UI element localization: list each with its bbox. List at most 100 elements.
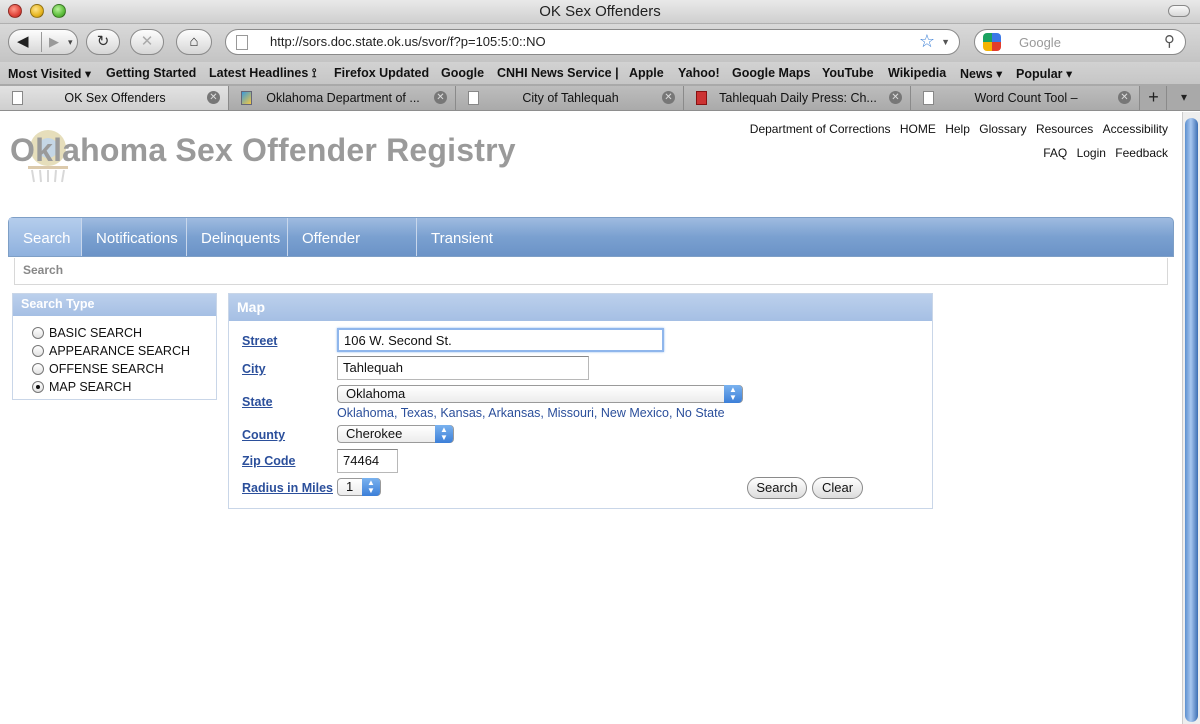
reload-button[interactable]: ↻ <box>86 29 120 55</box>
bookmarks-bar: Most Visited ▾ Getting Started Latest He… <box>0 62 1200 84</box>
city-input[interactable]: Tahlequah <box>337 356 589 380</box>
close-tab-icon[interactable]: ✕ <box>1118 91 1131 104</box>
tab-word-count-tool[interactable]: Word Count Tool – ✕ <box>911 86 1140 110</box>
bookmark-latest-headlines[interactable]: Latest Headlines ⟟ <box>209 66 316 81</box>
bookmark-firefox-updated[interactable]: Firefox Updated <box>334 66 429 80</box>
site-title: Oklahoma Sex Offender Registry <box>10 132 516 168</box>
stop-button[interactable]: ✕ <box>130 29 164 55</box>
bookmark-wikipedia[interactable]: Wikipedia <box>888 66 946 80</box>
toolbar-toggle-button[interactable] <box>1168 5 1190 17</box>
street-input[interactable]: 106 W. Second St. <box>337 328 664 352</box>
web-page: Oklahoma Sex Offender Registry Departmen… <box>0 112 1182 724</box>
nav-tab-delinquents[interactable]: Delinquents <box>187 218 288 256</box>
tab-tahlequah-daily-press[interactable]: Tahlequah Daily Press: Ch... ✕ <box>684 86 911 110</box>
home-icon: ⌂ <box>189 33 199 50</box>
tab-list-icon[interactable]: ▾ <box>1172 86 1196 110</box>
link-faq[interactable]: FAQ <box>1043 146 1067 160</box>
nav-tab-transient-offenders[interactable]: Transient Offenders <box>417 218 571 289</box>
search-engine-bar[interactable]: Google ⚲ <box>974 29 1186 55</box>
vertical-scrollbar[interactable] <box>1182 112 1200 724</box>
bookmark-star-icon[interactable]: ☆ <box>919 31 935 52</box>
bookmark-google[interactable]: Google <box>441 66 484 80</box>
nav-tab-offender-roster[interactable]: Offender Roster <box>288 218 417 289</box>
nav-tab-search[interactable]: Search <box>9 218 82 256</box>
link-department-of-corrections[interactable]: Department of Corrections <box>750 122 891 136</box>
county-selected-value: Cherokee <box>346 426 403 441</box>
county-select[interactable]: Cherokee ▲ ▼ <box>337 425 454 443</box>
url-dropdown-icon[interactable]: ▼ <box>941 37 950 47</box>
city-label[interactable]: City <box>242 362 266 376</box>
forward-icon[interactable]: ▶ <box>49 30 59 54</box>
bookmark-most-visited[interactable]: Most Visited ▾ <box>8 66 91 81</box>
state-link-texas[interactable]: Texas <box>401 406 434 420</box>
tab-city-of-tahlequah[interactable]: City of Tahlequah ✕ <box>456 86 684 110</box>
state-link-new-mexico[interactable]: New Mexico <box>601 406 669 420</box>
close-tab-icon[interactable]: ✕ <box>434 91 447 104</box>
bookmark-getting-started[interactable]: Getting Started <box>106 66 196 80</box>
window-title: OK Sex Offenders <box>539 3 661 20</box>
page-icon <box>236 35 248 50</box>
favicon-icon <box>696 91 707 105</box>
radio-label[interactable]: APPEARANCE SEARCH <box>49 344 190 358</box>
bookmark-google-maps[interactable]: Google Maps <box>732 66 810 80</box>
close-tab-icon[interactable]: ✕ <box>207 91 220 104</box>
new-tab-button[interactable]: + <box>1141 86 1167 110</box>
top-links: Department of Corrections HOME Help Glos… <box>744 122 1168 160</box>
radio-button[interactable] <box>32 327 44 339</box>
state-select[interactable]: Oklahoma ▲ ▼ <box>337 385 743 403</box>
bookmark-youtube[interactable]: YouTube <box>822 66 874 80</box>
radio-label[interactable]: MAP SEARCH <box>49 380 131 394</box>
state-selected-value: Oklahoma <box>346 386 406 401</box>
state-link-kansas[interactable]: Kansas <box>440 406 482 420</box>
radius-select[interactable]: 1 ▲ ▼ <box>337 478 381 496</box>
state-link-oklahoma[interactable]: Oklahoma <box>337 406 394 420</box>
radio-button[interactable] <box>32 363 44 375</box>
zip-code-input[interactable]: 74464 <box>337 449 398 473</box>
bookmark-popular[interactable]: Popular ▾ <box>1016 66 1072 81</box>
close-tab-icon[interactable]: ✕ <box>889 91 902 104</box>
history-dropdown-icon[interactable]: ▾ <box>68 37 73 48</box>
google-icon[interactable] <box>983 33 1001 51</box>
state-link-arkansas[interactable]: Arkansas <box>488 406 540 420</box>
bookmark-apple[interactable]: Apple <box>629 66 664 80</box>
link-home[interactable]: HOME <box>900 122 936 136</box>
radio-label[interactable]: OFFENSE SEARCH <box>49 362 164 376</box>
breadcrumb: Search <box>14 258 1168 285</box>
state-quick-links: Oklahoma, Texas, Kansas, Arkansas, Misso… <box>337 406 725 420</box>
scrollbar-thumb[interactable] <box>1185 118 1198 722</box>
address-bar[interactable]: http://sors.doc.state.ok.us/svor/f?p=105… <box>225 29 960 55</box>
tab-ok-sex-offenders[interactable]: OK Sex Offenders ✕ <box>0 86 229 110</box>
link-glossary[interactable]: Glossary <box>979 122 1026 136</box>
clear-button[interactable]: Clear <box>812 477 863 499</box>
state-label[interactable]: State <box>242 395 273 409</box>
divider <box>41 32 42 52</box>
county-label[interactable]: County <box>242 428 285 442</box>
nav-tab-notifications[interactable]: Notifications <box>82 218 187 256</box>
radio-button[interactable] <box>32 345 44 357</box>
street-label[interactable]: Street <box>242 334 277 348</box>
tab-oklahoma-department[interactable]: Oklahoma Department of ... ✕ <box>229 86 456 110</box>
radius-label[interactable]: Radius in Miles <box>242 481 333 495</box>
radio-label[interactable]: BASIC SEARCH <box>49 326 142 340</box>
radio-button-selected[interactable] <box>32 381 44 393</box>
link-help[interactable]: Help <box>945 122 970 136</box>
zip-code-label[interactable]: Zip Code <box>242 454 295 468</box>
link-resources[interactable]: Resources <box>1036 122 1093 136</box>
bookmark-news[interactable]: News ▾ <box>960 66 1002 81</box>
home-button[interactable]: ⌂ <box>176 29 212 55</box>
url-text[interactable]: http://sors.doc.state.ok.us/svor/f?p=105… <box>270 34 546 49</box>
close-tab-icon[interactable]: ✕ <box>662 91 675 104</box>
bookmark-yahoo[interactable]: Yahoo! <box>678 66 720 80</box>
page-icon <box>468 91 479 105</box>
state-link-no-state[interactable]: No State <box>676 406 725 420</box>
search-icon[interactable]: ⚲ <box>1164 32 1175 50</box>
link-feedback[interactable]: Feedback <box>1115 146 1168 160</box>
link-accessibility[interactable]: Accessibility <box>1103 122 1168 136</box>
back-icon[interactable]: ◀ <box>17 30 29 54</box>
page-icon <box>923 91 934 105</box>
state-link-missouri[interactable]: Missouri <box>547 406 594 420</box>
reload-icon: ↻ <box>96 33 110 50</box>
bookmark-cnhi-news[interactable]: CNHI News Service | <box>497 66 619 80</box>
search-button[interactable]: Search <box>747 477 807 499</box>
link-login[interactable]: Login <box>1077 146 1106 160</box>
